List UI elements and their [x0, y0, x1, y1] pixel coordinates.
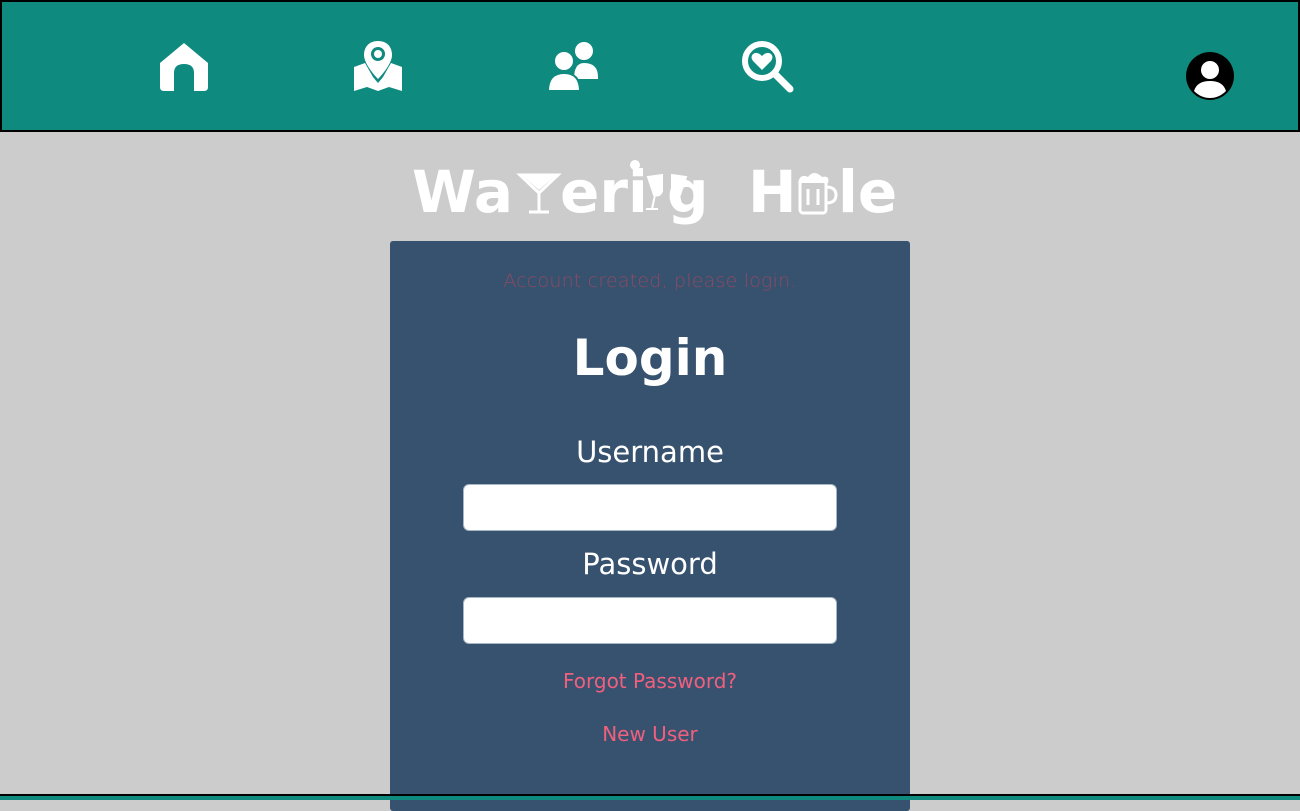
new-user-link[interactable]: New User — [0, 721, 1300, 747]
username-label: Username — [576, 435, 724, 469]
forgot-password-link[interactable]: Forgot Password? — [0, 668, 1300, 694]
friends-icon[interactable] — [545, 38, 601, 94]
search-heart-icon[interactable] — [739, 38, 795, 94]
username-input[interactable] — [463, 484, 837, 531]
login-title: Login — [572, 329, 728, 387]
password-label: Password — [582, 547, 718, 581]
map-pin-icon[interactable] — [350, 38, 406, 94]
watering-hole-logo: Wa eri g H le — [410, 155, 897, 233]
profile-avatar-icon[interactable] — [1185, 51, 1235, 101]
account-created-notice: Account created, please login. — [503, 270, 797, 292]
svg-text:le: le — [838, 158, 896, 226]
top-nav-bar — [0, 0, 1300, 132]
password-input[interactable] — [463, 597, 837, 644]
home-icon[interactable] — [156, 38, 212, 94]
svg-text:H: H — [748, 158, 797, 226]
svg-text:Wa: Wa — [412, 158, 513, 226]
bottom-bar — [0, 794, 1300, 800]
